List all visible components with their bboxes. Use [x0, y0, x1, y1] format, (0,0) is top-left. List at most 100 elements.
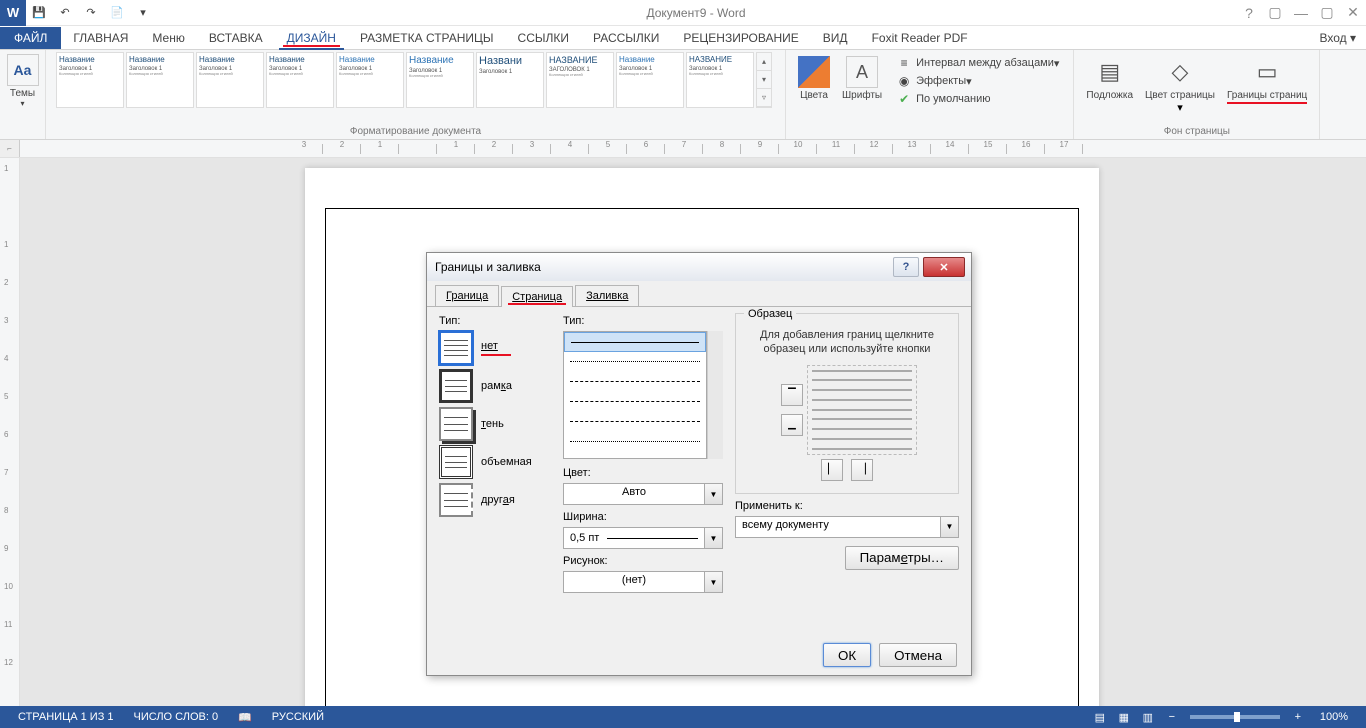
style-item[interactable]: НазваниеЗаголовок 1Коллекция стилей: [336, 52, 404, 108]
border-type-custom[interactable]: другая: [439, 483, 559, 517]
watermark-icon: ▤: [1094, 56, 1126, 88]
style-item[interactable]: НазваниЗаголовок 1: [476, 52, 544, 108]
tab-insert[interactable]: ВСТАВКА: [197, 27, 275, 49]
status-proofing-icon[interactable]: 📖: [228, 711, 262, 724]
colors-button[interactable]: Цвета: [792, 52, 836, 103]
document-formatting-gallery[interactable]: НазваниеЗаголовок 1Коллекция стилей Назв…: [52, 52, 772, 108]
color-combo[interactable]: Авто▼: [563, 483, 723, 505]
dialog-tab-fill[interactable]: Заливка: [575, 285, 639, 306]
view-web-icon[interactable]: ▥: [1136, 711, 1160, 724]
zoom-out-icon[interactable]: −: [1160, 711, 1184, 723]
tab-review[interactable]: РЕЦЕНЗИРОВАНИЕ: [671, 27, 810, 49]
tab-foxit[interactable]: Foxit Reader PDF: [860, 27, 980, 49]
horizontal-ruler[interactable]: ⌐ 3211234567891011121314151617: [0, 140, 1366, 158]
word-app-icon[interactable]: W: [0, 0, 26, 26]
maximize-icon[interactable]: ▢: [1314, 0, 1340, 26]
zoom-slider[interactable]: [1190, 715, 1280, 719]
tab-view[interactable]: ВИД: [811, 27, 860, 49]
line-style-list[interactable]: [563, 331, 707, 459]
line-style-item[interactable]: [564, 352, 706, 372]
zoom-level[interactable]: 100%: [1310, 711, 1358, 723]
art-combo[interactable]: (нет)▼: [563, 571, 723, 593]
redo-icon[interactable]: ↷: [78, 0, 104, 26]
edge-right-button[interactable]: ▕: [851, 459, 873, 481]
help-icon[interactable]: ?: [1236, 0, 1262, 26]
edge-top-button[interactable]: ▔: [781, 384, 803, 406]
dialog-tabs: Граница Страница Заливка: [427, 281, 971, 307]
style-item[interactable]: НазваниеЗаголовок 1Коллекция стилей: [196, 52, 264, 108]
tab-menu[interactable]: Меню: [140, 27, 196, 49]
status-word-count[interactable]: ЧИСЛО СЛОВ: 0: [124, 711, 229, 723]
line-style-item[interactable]: [564, 412, 706, 432]
border-type-none[interactable]: нет: [439, 331, 559, 365]
style-item[interactable]: НАЗВАНИЕЗаголовок 1Коллекция стилей: [686, 52, 754, 108]
set-default-button[interactable]: ✔По умолчанию: [892, 90, 1063, 108]
undo-icon[interactable]: ↶: [52, 0, 78, 26]
preview-box: ▔ ▁ ▏ ▕: [744, 365, 950, 485]
tab-mailings[interactable]: РАССЫЛКИ: [581, 27, 671, 49]
style-item[interactable]: НазваниеЗаголовок 1Коллекция стилей: [56, 52, 124, 108]
chevron-down-icon[interactable]: ▼: [704, 484, 722, 504]
themes-button[interactable]: Aa Темы▾: [6, 52, 39, 108]
qat-more-icon[interactable]: ▾: [130, 0, 156, 26]
new-doc-icon[interactable]: 📄: [104, 0, 130, 26]
line-style-item[interactable]: [564, 372, 706, 392]
close-icon[interactable]: ✕: [1340, 0, 1366, 26]
type-shadow-icon: [439, 407, 473, 441]
edge-bottom-button[interactable]: ▁: [781, 414, 803, 436]
line-style-item[interactable]: [564, 392, 706, 412]
dialog-title-bar[interactable]: Границы и заливка ? ✕: [427, 253, 971, 281]
tab-design[interactable]: ДИЗАЙН: [275, 27, 348, 49]
dialog-tab-border[interactable]: Граница: [435, 285, 499, 306]
vertical-ruler[interactable]: 1123456789101112: [0, 158, 20, 706]
line-style-item[interactable]: [564, 332, 706, 352]
apply-to-combo[interactable]: всему документу▼: [735, 516, 959, 538]
fonts-button[interactable]: AШрифты: [836, 52, 888, 103]
type-custom-icon: [439, 483, 473, 517]
ruler-corner[interactable]: ⌐: [0, 140, 20, 158]
line-style-item[interactable]: [564, 432, 706, 452]
edge-left-button[interactable]: ▏: [821, 459, 843, 481]
style-item[interactable]: НазваниеЗаголовок 1Коллекция стилей: [126, 52, 194, 108]
themes-icon: Aa: [7, 54, 39, 86]
watermark-button[interactable]: ▤Подложка: [1080, 52, 1139, 103]
page-color-button[interactable]: ◇Цвет страницы ▾: [1139, 52, 1221, 116]
chevron-down-icon[interactable]: ▼: [704, 528, 722, 548]
border-type-3d[interactable]: объемная: [439, 445, 559, 479]
tab-references[interactable]: ССЫЛКИ: [506, 27, 581, 49]
view-print-icon[interactable]: ▦: [1112, 711, 1136, 724]
cancel-button[interactable]: Отмена: [879, 643, 957, 667]
minimize-icon[interactable]: —: [1288, 0, 1314, 26]
style-item[interactable]: НазваниеЗаголовок 1Коллекция стилей: [266, 52, 334, 108]
paragraph-spacing-button[interactable]: ≡Интервал между абзацами ▾: [892, 54, 1063, 72]
dialog-tab-page[interactable]: Страница: [501, 286, 573, 307]
dialog-help-icon[interactable]: ?: [893, 257, 919, 277]
style-item[interactable]: НазваниеЗаголовок 1Коллекция стилей: [406, 52, 474, 108]
tab-file[interactable]: ФАЙЛ: [0, 27, 61, 49]
ribbon-display-icon[interactable]: ▢: [1262, 0, 1288, 26]
view-read-icon[interactable]: ▤: [1088, 711, 1112, 724]
status-language[interactable]: РУССКИЙ: [262, 711, 334, 723]
save-icon[interactable]: 💾: [26, 0, 52, 26]
options-button[interactable]: Параметры…: [845, 546, 959, 570]
tab-page-layout[interactable]: РАЗМЕТКА СТРАНИЦЫ: [348, 27, 506, 49]
chevron-down-icon[interactable]: ▼: [704, 572, 722, 592]
border-type-box[interactable]: рамка: [439, 369, 559, 403]
border-type-shadow[interactable]: тень: [439, 407, 559, 441]
zoom-in-icon[interactable]: +: [1286, 711, 1310, 723]
tab-home[interactable]: ГЛАВНАЯ: [61, 27, 140, 49]
ok-button[interactable]: ОК: [823, 643, 871, 667]
status-page[interactable]: СТРАНИЦА 1 ИЗ 1: [8, 711, 124, 723]
line-style-scrollbar[interactable]: [707, 331, 723, 459]
chevron-down-icon[interactable]: ▼: [940, 517, 958, 537]
width-combo[interactable]: 0,5 пт▼: [563, 527, 723, 549]
sign-in-button[interactable]: Вход ▾: [1309, 27, 1366, 49]
style-item[interactable]: НазваниеЗаголовок 1Коллекция стилей: [616, 52, 684, 108]
effects-button[interactable]: ◉Эффекты ▾: [892, 72, 1063, 90]
preview-page[interactable]: [807, 365, 917, 455]
dialog-close-icon[interactable]: ✕: [923, 257, 965, 277]
page-borders-button[interactable]: ▭Границы страниц: [1221, 52, 1313, 106]
gallery-scroller[interactable]: ▴▾▿: [756, 52, 772, 108]
art-label: Рисунок:: [563, 555, 723, 567]
style-item[interactable]: НАЗВАНИЕЗАГОЛОВОК 1Коллекция стилей: [546, 52, 614, 108]
